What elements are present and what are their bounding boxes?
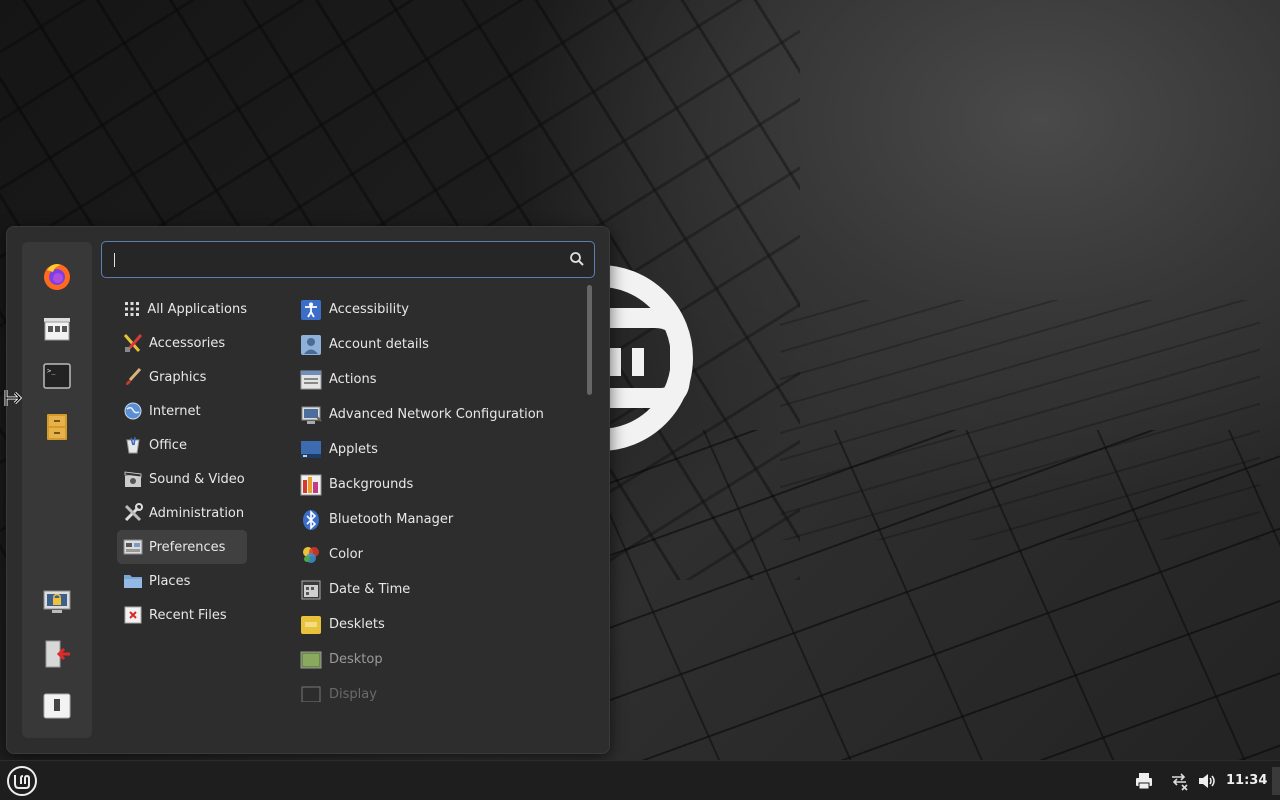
search-icon[interactable] bbox=[569, 251, 585, 267]
printer-icon[interactable] bbox=[1134, 771, 1154, 791]
date-time-icon bbox=[301, 580, 321, 599]
category-label: Recent Files bbox=[149, 607, 227, 623]
app-advanced-network-configuration[interactable]: Advanced Network Configuration bbox=[297, 397, 577, 432]
category-label: Preferences bbox=[149, 539, 226, 555]
backgrounds-icon bbox=[300, 474, 322, 495]
administration-icon bbox=[123, 503, 143, 523]
category-internet[interactable]: Internet bbox=[117, 394, 247, 428]
file-manager-icon[interactable] bbox=[39, 409, 75, 445]
category-label: Administration bbox=[149, 505, 245, 521]
shutdown-icon[interactable] bbox=[39, 688, 75, 724]
app-desktop[interactable]: Desktop bbox=[297, 642, 577, 677]
app-color[interactable]: Color bbox=[297, 537, 577, 572]
folder-icon bbox=[123, 571, 143, 591]
software-manager-icon[interactable] bbox=[39, 310, 75, 346]
preferences-icon bbox=[123, 537, 143, 557]
app-label: Date & Time bbox=[329, 582, 411, 597]
accessibility-icon bbox=[301, 299, 321, 320]
favorites-sidebar: >_ bbox=[22, 242, 92, 738]
category-all-applications[interactable]: All Applications bbox=[117, 292, 247, 326]
office-icon bbox=[123, 435, 143, 455]
mint-menu-button[interactable] bbox=[6, 765, 38, 797]
category-administration[interactable]: Administration bbox=[117, 496, 247, 530]
logout-icon[interactable] bbox=[39, 636, 75, 672]
show-desktop-button[interactable] bbox=[1272, 767, 1280, 795]
internet-icon bbox=[123, 401, 143, 421]
recent-files-icon bbox=[123, 605, 143, 625]
category-label: Graphics bbox=[149, 369, 207, 385]
actions-icon bbox=[300, 370, 322, 389]
app-date-time[interactable]: Date & Time bbox=[297, 572, 577, 607]
display-icon bbox=[301, 686, 321, 702]
network-config-icon bbox=[301, 406, 322, 424]
app-actions[interactable]: Actions bbox=[297, 362, 577, 397]
application-list: Accessibility Account details Actions Ad… bbox=[297, 292, 577, 702]
category-sound-video[interactable]: Sound & Video bbox=[117, 462, 247, 496]
category-places[interactable]: Places bbox=[117, 564, 247, 598]
category-label: Places bbox=[149, 573, 191, 589]
desklets-icon bbox=[301, 615, 321, 634]
app-desklets[interactable]: Desklets bbox=[297, 607, 577, 642]
clock[interactable]: 11:34 bbox=[1226, 773, 1267, 788]
category-label: Sound & Video bbox=[149, 471, 245, 487]
search-box[interactable] bbox=[101, 241, 595, 278]
app-label: Advanced Network Configuration bbox=[329, 407, 544, 422]
applets-icon bbox=[301, 440, 321, 458]
app-label: Accessibility bbox=[329, 302, 409, 317]
application-menu: >_ All Applications Accessories Graphics… bbox=[6, 226, 610, 754]
app-label: Actions bbox=[329, 372, 377, 387]
category-graphics[interactable]: Graphics bbox=[117, 360, 247, 394]
accessories-icon bbox=[123, 333, 143, 353]
category-label: Internet bbox=[149, 403, 201, 419]
app-label: Desktop bbox=[329, 652, 383, 667]
scrollbar-thumb[interactable] bbox=[587, 285, 592, 395]
category-label: All Applications bbox=[147, 301, 247, 317]
app-bluetooth-manager[interactable]: Bluetooth Manager bbox=[297, 502, 577, 537]
category-office[interactable]: Office bbox=[117, 428, 247, 462]
app-label: Display bbox=[329, 687, 377, 702]
terminal-icon[interactable]: >_ bbox=[39, 358, 75, 394]
app-account-details[interactable]: Account details bbox=[297, 327, 577, 362]
mouse-cursor-icon bbox=[4, 390, 23, 406]
category-preferences[interactable]: Preferences bbox=[117, 530, 247, 564]
taskbar-panel: 11:34 bbox=[0, 760, 1280, 800]
category-label: Office bbox=[149, 437, 187, 453]
search-input[interactable] bbox=[112, 242, 552, 277]
category-list: All Applications Accessories Graphics In… bbox=[117, 292, 247, 632]
grid-icon bbox=[123, 299, 141, 319]
volume-icon[interactable] bbox=[1197, 771, 1217, 791]
category-label: Accessories bbox=[149, 335, 226, 351]
bluetooth-icon bbox=[303, 509, 319, 530]
network-disconnected-icon[interactable] bbox=[1169, 771, 1189, 791]
category-accessories[interactable]: Accessories bbox=[117, 326, 247, 360]
sound-video-icon bbox=[123, 469, 143, 489]
graphics-icon bbox=[123, 367, 143, 387]
app-label: Account details bbox=[329, 337, 429, 352]
text-caret bbox=[114, 253, 115, 267]
lock-screen-icon[interactable] bbox=[39, 584, 75, 620]
app-accessibility[interactable]: Accessibility bbox=[297, 292, 577, 327]
app-label: Desklets bbox=[329, 617, 385, 632]
category-recent-files[interactable]: Recent Files bbox=[117, 598, 247, 632]
desktop-icon bbox=[300, 651, 322, 668]
svg-text:>_: >_ bbox=[47, 367, 56, 375]
app-list-scrollbar[interactable] bbox=[585, 285, 593, 735]
app-label: Backgrounds bbox=[329, 477, 414, 492]
app-label: Color bbox=[329, 547, 363, 562]
app-label: Bluetooth Manager bbox=[329, 512, 454, 527]
account-icon bbox=[301, 334, 321, 355]
app-label: Applets bbox=[329, 442, 378, 457]
color-icon bbox=[303, 546, 319, 563]
app-display[interactable]: Display bbox=[297, 677, 577, 702]
app-backgrounds[interactable]: Backgrounds bbox=[297, 467, 577, 502]
app-applets[interactable]: Applets bbox=[297, 432, 577, 467]
firefox-icon[interactable] bbox=[39, 258, 75, 294]
